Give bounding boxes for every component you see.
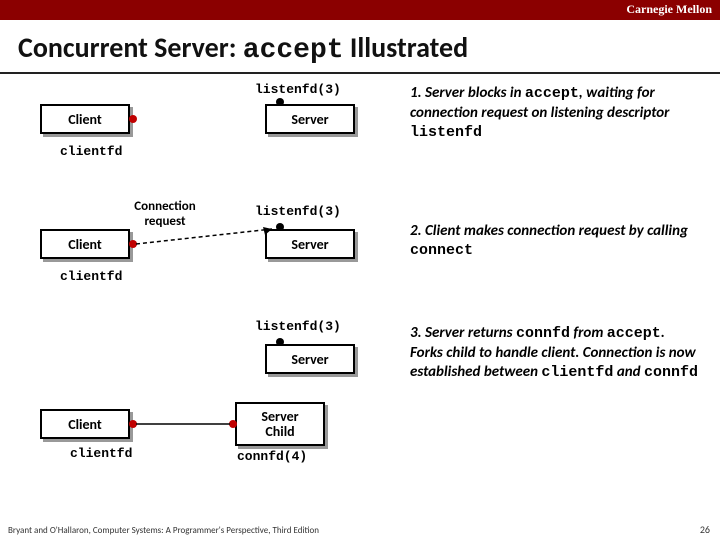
- caption-1: 1. Server blocks in accept, waiting for …: [410, 84, 700, 142]
- c1d: listenfd: [410, 124, 482, 141]
- clientfd-label-1: clientfd: [60, 144, 122, 159]
- title-mono: accept: [243, 35, 344, 66]
- title-post: Illustrated: [344, 30, 469, 65]
- clientfd-label-3: clientfd: [70, 446, 132, 461]
- client-box-2: Client: [40, 229, 130, 259]
- client-box-3: Client: [40, 409, 130, 439]
- server-box-1: Server: [265, 104, 355, 134]
- server-text-2: Server: [291, 236, 328, 253]
- client-box-1: Client: [40, 104, 130, 134]
- title-pre: Concurrent Server:: [18, 30, 243, 65]
- c3b: connfd: [516, 325, 570, 342]
- c3f: clientfd: [541, 364, 613, 381]
- server-text-3: Server: [291, 351, 328, 368]
- slide-title: Concurrent Server: accept Illustrated: [0, 20, 720, 74]
- c1b: accept: [525, 85, 579, 102]
- page-number: 26: [700, 523, 710, 536]
- c1a: 1. Server blocks in: [410, 84, 525, 102]
- brand-bar: Carnegie Mellon: [0, 0, 720, 20]
- c3h: connfd: [644, 364, 698, 381]
- client-text-1: Client: [68, 111, 102, 128]
- c2a: 2. Client makes connection request by ca…: [410, 222, 688, 240]
- caption-2: 2. Client makes connection request by ca…: [410, 222, 700, 261]
- footer-citation: Bryant and O'Hallaron, Computer Systems:…: [8, 525, 319, 536]
- connection-request-label: Connection request: [125, 199, 205, 229]
- c3g: and: [613, 363, 644, 381]
- client-text-2: Client: [68, 236, 102, 253]
- server-text-1: Server: [291, 111, 328, 128]
- c3c: from: [570, 324, 607, 342]
- connfd-label: connfd(4): [237, 449, 307, 464]
- server-child-text: Server Child: [261, 409, 298, 440]
- server-box-3: Server: [265, 344, 355, 374]
- c3a: 3. Server returns: [410, 324, 516, 342]
- diagram-area: listenfd(3) Client Server clientfd 1. Se…: [0, 74, 720, 534]
- listenfd-label-2: listenfd(3): [255, 204, 341, 219]
- listenfd-label-1: listenfd(3): [255, 82, 341, 97]
- connectors: [0, 74, 720, 534]
- server-box-2: Server: [265, 229, 355, 259]
- c2b: connect: [410, 242, 473, 259]
- caption-3: 3. Server returns connfd from accept. Fo…: [410, 324, 700, 382]
- brand-text: Carnegie Mellon: [626, 2, 712, 16]
- server-child-box: Server Child: [235, 402, 325, 446]
- client-text-3: Client: [68, 416, 102, 433]
- c3d: accept: [607, 325, 661, 342]
- listenfd-label-3: listenfd(3): [255, 319, 341, 334]
- clientfd-label-2: clientfd: [60, 269, 122, 284]
